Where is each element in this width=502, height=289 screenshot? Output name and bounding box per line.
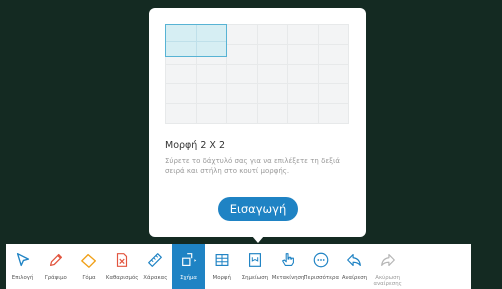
grid-cell[interactable] <box>318 104 349 124</box>
bottom-toolbar: Επιλογή Γράψιμο Γόμα Καθαρισμός Χάρακας … <box>6 244 471 289</box>
grid-cell[interactable] <box>227 84 258 105</box>
tool-select[interactable]: Επιλογή <box>6 244 39 289</box>
selected-cells-highlight <box>165 24 227 57</box>
hint-text: Σύρετε το δάχτυλό σας για να επιλέξετε τ… <box>165 157 341 175</box>
tool-move[interactable]: Μετακίνηση <box>272 244 305 289</box>
clear-icon <box>111 250 133 270</box>
tool-label: Γόμα <box>82 275 96 281</box>
tool-table[interactable]: Μορφή <box>205 244 238 289</box>
grid-cell[interactable] <box>318 25 349 45</box>
tool-label: Επιλογή <box>11 275 34 281</box>
table-size-grid[interactable] <box>165 24 349 124</box>
note-icon <box>244 250 266 270</box>
tool-label: Σημείωση <box>241 275 269 281</box>
grid-cell[interactable] <box>288 44 319 65</box>
grid-cell[interactable] <box>196 104 227 124</box>
grid-cell[interactable] <box>227 104 258 124</box>
grid-cell[interactable] <box>257 64 288 85</box>
popup-pointer <box>252 236 264 243</box>
hand-icon <box>277 250 299 270</box>
grid-cell[interactable] <box>288 104 319 124</box>
tool-write[interactable]: Γράψιμο <box>39 244 72 289</box>
tool-more[interactable]: Περισσότερα <box>303 244 340 289</box>
tool-label: Καθαρισμός <box>105 275 139 281</box>
tool-label: Γράψιμο <box>44 275 67 281</box>
tool-label: Μορφή <box>212 275 231 281</box>
tool-ruler[interactable]: Χάρακας <box>139 244 172 289</box>
tool-eraser[interactable]: Γόμα <box>72 244 105 289</box>
tool-clear[interactable]: Καθαρισμός <box>106 244 139 289</box>
insert-button[interactable]: Εισαγωγή <box>218 197 298 221</box>
grid-cell[interactable] <box>196 84 227 105</box>
grid-cell[interactable] <box>166 84 197 105</box>
grid-cell[interactable] <box>288 64 319 85</box>
tool-label: Περισσότερα <box>303 275 340 281</box>
grid-cell[interactable] <box>227 44 258 65</box>
grid-cell[interactable] <box>257 104 288 124</box>
grid-cell[interactable] <box>318 44 349 65</box>
grid-cell[interactable] <box>196 64 227 85</box>
grid-cell[interactable] <box>318 84 349 105</box>
shape-icon <box>178 250 200 270</box>
tool-redo[interactable]: Ακύρωση αναίρεσης <box>371 244 404 289</box>
grid-cell[interactable] <box>257 84 288 105</box>
table-icon <box>211 250 233 270</box>
table-shape-popup: Μορφή 2 X 2 Σύρετε το δάχτυλό σας για να… <box>149 8 366 237</box>
tool-label: Αναίρεση <box>341 275 368 281</box>
grid-cell[interactable] <box>257 44 288 65</box>
grid-cell[interactable] <box>318 64 349 85</box>
grid-cell[interactable] <box>227 25 258 45</box>
tool-note[interactable]: Σημείωση <box>238 244 271 289</box>
grid-cell[interactable] <box>166 104 197 124</box>
grid-cell[interactable] <box>288 25 319 45</box>
tool-label: Σχήμα <box>180 275 197 281</box>
grid-cell[interactable] <box>227 64 258 85</box>
ruler-icon <box>144 250 166 270</box>
more-icon <box>310 250 332 270</box>
undo-icon <box>343 250 365 270</box>
tool-label: Χάρακας <box>143 275 168 281</box>
grid-cell[interactable] <box>166 64 197 85</box>
shape-size-title: Μορφή 2 X 2 <box>165 140 225 151</box>
grid-cell[interactable] <box>288 84 319 105</box>
grid-cell[interactable] <box>257 25 288 45</box>
tool-label: Μετακίνηση <box>271 275 305 281</box>
tool-shape[interactable]: Σχήμα <box>171 244 206 289</box>
eraser-icon <box>78 250 100 270</box>
redo-icon <box>377 250 399 270</box>
tool-label: Ακύρωση αναίρεσης <box>373 275 402 287</box>
cursor-icon <box>12 250 34 270</box>
pen-icon <box>45 250 67 270</box>
tool-undo[interactable]: Αναίρεση <box>338 244 371 289</box>
